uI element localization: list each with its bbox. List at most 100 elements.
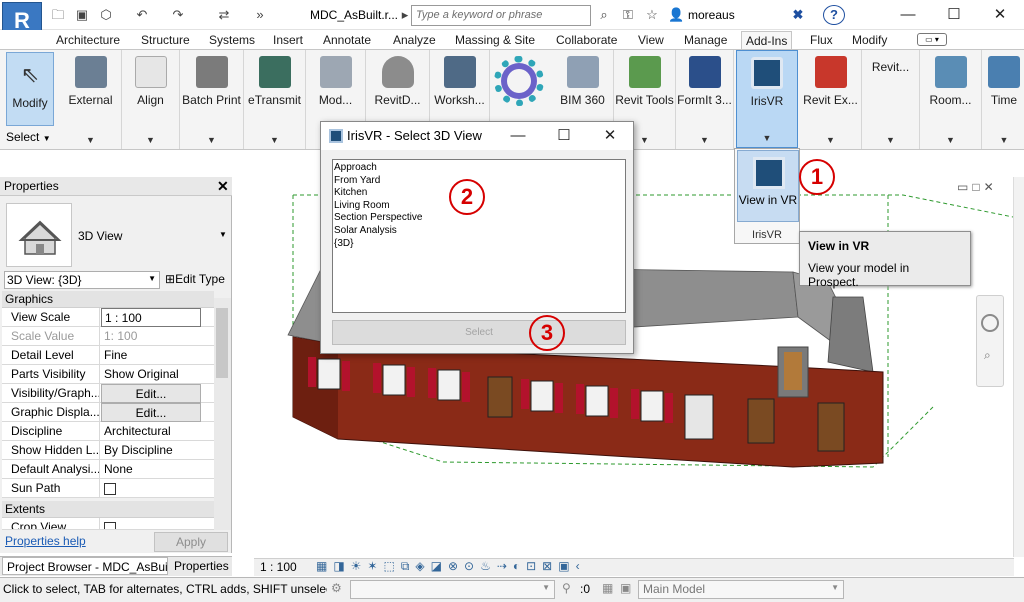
user-icon[interactable]: 👤: [668, 7, 684, 23]
dialog-minimize-button[interactable]: —: [506, 126, 530, 146]
view-window-controls[interactable]: ▭□✕: [957, 180, 998, 194]
etransmit-icon: [258, 56, 291, 88]
database-icon: [381, 56, 414, 88]
property-row-scale-value: Scale Value 1: 100: [2, 327, 214, 346]
star-icon[interactable]: ☆: [644, 7, 660, 23]
instance-selector-value: 3D View: {3D}: [7, 273, 82, 287]
user-name[interactable]: moreaus: [688, 8, 735, 22]
active-workset-dropdown[interactable]: ▼: [350, 580, 555, 599]
list-item[interactable]: Approach: [334, 162, 624, 175]
dialog-close-button[interactable]: ✕: [598, 126, 622, 146]
design-option-dropdown[interactable]: Main Model ▼: [638, 580, 844, 599]
align-button[interactable]: Align ▼: [122, 50, 180, 149]
view-scale-input[interactable]: 1 : 100: [101, 308, 201, 327]
view-control-icons[interactable]: ▦◨☀✶⬚⧉◈◪⊗⊙♨⇢◐⊡⊠▣‹: [316, 559, 586, 574]
sync-icon[interactable]: ⬡: [98, 7, 114, 23]
design-options-icon[interactable]: ▦: [602, 581, 613, 595]
tab-view[interactable]: View: [634, 31, 668, 49]
sun-path-checkbox[interactable]: [104, 483, 116, 495]
tab-architecture[interactable]: Architecture: [52, 31, 124, 49]
switch-windows-icon[interactable]: ⇄: [216, 7, 232, 23]
list-item[interactable]: Solar Analysis: [334, 225, 624, 238]
view-in-vr-button[interactable]: View in VR: [737, 150, 799, 222]
edit-button[interactable]: Edit...: [101, 403, 201, 422]
tab-add-ins[interactable]: Add-Ins: [741, 31, 793, 49]
section-graphics[interactable]: Graphics: [2, 291, 214, 308]
revit-extensions-button[interactable]: Revit Ex... ▼: [800, 50, 862, 149]
property-value[interactable]: Show Original: [101, 365, 201, 384]
section-extents[interactable]: Extents: [2, 501, 214, 518]
revit-more-button[interactable]: Revit... ▼: [862, 50, 920, 149]
save-icon[interactable]: ▣: [74, 7, 90, 23]
properties-help-link[interactable]: Properties help: [5, 534, 86, 548]
tab-massing-site[interactable]: Massing & Site: [451, 31, 539, 49]
etransmit-button[interactable]: eTransmit ▼: [244, 50, 306, 149]
editable-only-icon[interactable]: ⚲: [562, 581, 571, 595]
chevron-down-icon[interactable]: ▼: [219, 230, 227, 239]
list-item[interactable]: {3D}: [334, 238, 624, 251]
list-item[interactable]: Section Perspective: [334, 212, 624, 225]
undo-icon[interactable]: ↶: [134, 7, 150, 23]
modify-button[interactable]: ⇖ Modify: [6, 52, 54, 126]
property-value[interactable]: Architectural: [101, 422, 201, 441]
time-button[interactable]: Time ▼: [984, 50, 1024, 149]
select-button[interactable]: Select: [332, 320, 626, 345]
close-button[interactable]: ✕: [985, 4, 1015, 26]
help-button[interactable]: ?: [823, 5, 845, 25]
property-value[interactable]: By Discipline: [101, 441, 201, 460]
scroll-thumb[interactable]: [216, 308, 228, 378]
property-value: [101, 518, 201, 529]
property-value: 1: 100: [104, 329, 138, 343]
property-value[interactable]: None: [101, 460, 201, 479]
tab-annotate[interactable]: Annotate: [319, 31, 375, 49]
tab-project-browser[interactable]: Project Browser - MDC_AsBuil...: [2, 557, 168, 575]
tab-structure[interactable]: Structure: [137, 31, 194, 49]
external-tools-button[interactable]: External ▼: [60, 50, 122, 149]
worksets-icon[interactable]: ⚙: [331, 581, 342, 595]
ribbon-minimize-toggle[interactable]: ▭ ▾: [917, 33, 947, 46]
binoculars-icon[interactable]: ⌕: [596, 7, 612, 23]
autodesk-exchange-icon[interactable]: ✖: [790, 7, 806, 23]
instance-selector[interactable]: 3D View: {3D} ▼: [4, 271, 160, 289]
edit-button[interactable]: Edit...: [101, 384, 201, 403]
irisvr-button[interactable]: IrisVR ▼: [736, 50, 798, 148]
exclude-options-icon[interactable]: ▣: [620, 581, 631, 595]
batch-print-button[interactable]: Batch Print ▼: [180, 50, 244, 149]
dynamo-logo-icon[interactable]: [494, 56, 544, 106]
qat-overflow-icon[interactable]: »: [252, 7, 268, 23]
tab-flux[interactable]: Flux: [806, 31, 837, 49]
minimize-button[interactable]: —: [893, 4, 923, 26]
dialog-maximize-button[interactable]: ☐: [552, 126, 576, 146]
tab-systems[interactable]: Systems: [205, 31, 259, 49]
room-button[interactable]: Room... ▼: [920, 50, 982, 149]
tooltip-description: View your model in Prospect.: [808, 261, 910, 289]
apply-button[interactable]: Apply: [154, 532, 228, 552]
steering-wheel-icon[interactable]: [981, 314, 999, 332]
edit-type-button[interactable]: ⊞Edit Type: [165, 272, 225, 286]
open-folder-icon[interactable]: 🗀: [50, 7, 66, 23]
view-scale-control[interactable]: 1 : 100: [260, 560, 297, 574]
maximize-button[interactable]: ☐: [939, 4, 969, 26]
navigation-bar[interactable]: ⌕: [976, 295, 1004, 387]
view-list[interactable]: Approach From Yard Kitchen Living Room S…: [332, 159, 626, 313]
crop-view-checkbox[interactable]: [104, 522, 116, 529]
key-icon[interactable]: ⚿: [620, 7, 636, 23]
select-dropdown[interactable]: Select ▼: [6, 130, 58, 147]
room-label: Room...: [929, 93, 972, 107]
formit-button[interactable]: FormIt 3... ▼: [676, 50, 734, 149]
tab-insert[interactable]: Insert: [269, 31, 307, 49]
property-value[interactable]: Fine: [101, 346, 201, 365]
tab-collaborate[interactable]: Collaborate: [552, 31, 621, 49]
property-row-visibility-graphics: Visibility/Graph... Edit...: [2, 384, 214, 403]
viewport-scrollbar[interactable]: [1013, 177, 1024, 557]
search-input[interactable]: Type a keyword or phrase: [411, 5, 591, 26]
tab-analyze[interactable]: Analyze: [389, 31, 440, 49]
chevron-down-icon: ▼: [207, 135, 216, 145]
redo-icon[interactable]: ↷: [170, 7, 186, 23]
close-icon[interactable]: ✕: [217, 178, 229, 195]
properties-scrollbar[interactable]: [214, 298, 231, 530]
tab-modify[interactable]: Modify: [848, 31, 891, 49]
zoom-icon[interactable]: ⌕: [984, 348, 991, 363]
tab-manage[interactable]: Manage: [680, 31, 731, 49]
tab-properties[interactable]: Properties: [170, 557, 233, 575]
